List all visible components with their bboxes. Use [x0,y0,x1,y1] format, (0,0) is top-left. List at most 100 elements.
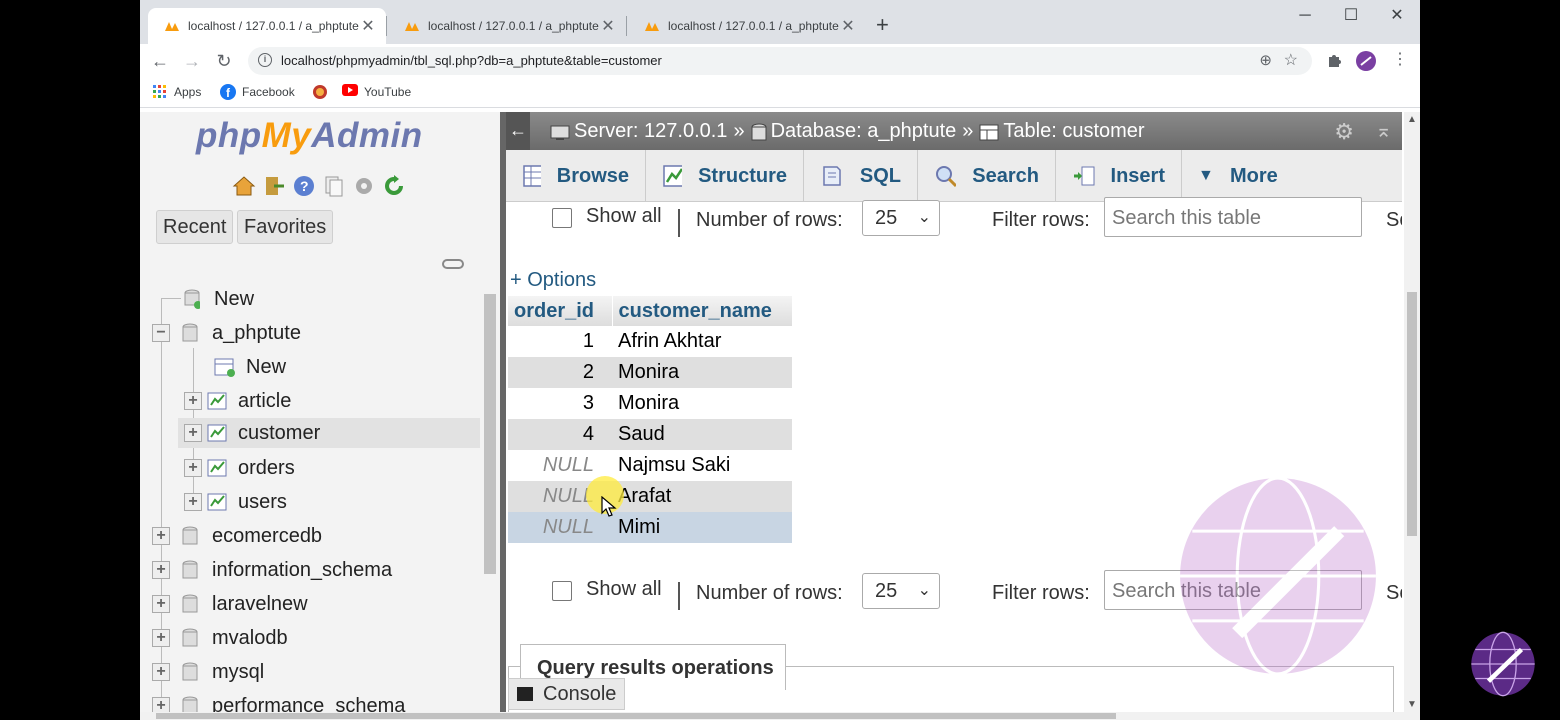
nav-scrollbar[interactable] [484,282,496,702]
bookmark-star-icon[interactable]: ☆ [1284,50,1298,70]
phpmyadmin-logo[interactable]: phpMyAdmin [196,116,423,156]
cell-customer-name[interactable]: Arafat [612,481,792,512]
favorites-tab[interactable]: Favorites [237,210,334,244]
table-row[interactable]: 1 Afrin Akhtar [508,326,792,357]
table-row[interactable]: NULL Mimi [508,512,792,543]
bookmark-youtube[interactable]: YouTube [342,84,411,100]
tree-item-laravelnew[interactable]: + laravelnew [152,589,308,619]
address-bar[interactable]: i localhost/phpmyadmin/tbl_sql.php?db=a_… [248,47,1312,75]
options-link[interactable]: + Options [510,269,596,292]
tree-item-new-database[interactable]: New [184,284,254,314]
tree-item-a-phptute[interactable]: − a_phptute [152,318,301,348]
horizontal-scroll-thumb[interactable] [156,713,1116,719]
tab-close-icon[interactable]: ✕ [600,16,616,36]
link-with-main-panel-icon[interactable] [442,259,464,269]
page-settings-gear-icon[interactable]: ⚙ [1334,119,1354,145]
cell-order-id[interactable]: 3 [508,388,612,419]
expand-plus-icon[interactable]: + [184,493,202,511]
expand-plus-icon[interactable]: + [152,629,170,647]
minimize-button[interactable]: ─ [1282,4,1328,28]
filter-rows-input[interactable]: Search this table [1104,197,1362,237]
tab-insert[interactable]: Insert [1056,150,1182,202]
cell-customer-name[interactable]: Monira [612,357,792,388]
browser-tab-2[interactable]: localhost / 127.0.0.1 / a_phptute ✕ [388,8,626,44]
tree-item-information-schema[interactable]: + information_schema [152,555,392,585]
table-row[interactable]: NULL Najmsu Saki [508,450,792,481]
tree-item-table-users[interactable]: + users [184,487,287,517]
scroll-up-arrow-icon[interactable]: ▲ [1407,114,1417,125]
bookmark-shield[interactable] [312,84,334,100]
main-vertical-scrollbar[interactable]: ▲ ▼ [1404,112,1420,712]
breadcrumb-table[interactable]: Table: customer [1003,120,1144,143]
new-tab-button[interactable]: + [876,12,889,38]
main-scroll-thumb[interactable] [1407,292,1417,536]
help-icon[interactable]: ? [292,174,316,198]
tab-search[interactable]: Search [918,150,1056,202]
browser-tab-3[interactable]: localhost / 127.0.0.1 / a_phptute ✕ [628,8,866,44]
breadcrumb-server[interactable]: Server: 127.0.0.1 [574,120,727,143]
cell-customer-name[interactable]: Monira [612,388,792,419]
zoom-icon[interactable]: ⊕ [1259,51,1272,69]
breadcrumb-database[interactable]: Database: a_phptute [771,120,957,143]
browser-menu-icon[interactable]: ⋮ [1390,51,1410,71]
close-window-button[interactable]: ✕ [1374,4,1420,28]
collapse-nav-arrow-icon[interactable]: ← [506,112,530,150]
tab-structure[interactable]: Structure [646,150,804,202]
tree-item-table-customer[interactable]: + customer [178,418,480,448]
table-row[interactable]: 3 Monira [508,388,792,419]
tab-close-icon[interactable]: ✕ [360,16,376,36]
logout-icon[interactable] [262,174,286,198]
url-text[interactable]: localhost/phpmyadmin/tbl_sql.php?db=a_ph… [281,53,662,68]
tree-item-table-orders[interactable]: + orders [184,453,295,483]
recent-tab[interactable]: Recent [156,210,234,244]
expand-plus-icon[interactable]: + [184,392,202,410]
cell-order-id[interactable]: NULL [508,450,612,481]
site-info-icon[interactable]: i [258,53,272,67]
scroll-down-arrow-icon[interactable]: ▼ [1407,699,1417,710]
reload-icon[interactable]: ↻ [212,50,236,74]
tree-item-new-table[interactable]: New [214,352,286,382]
show-all-label[interactable]: Show all [586,578,662,601]
cell-order-id[interactable]: 4 [508,419,612,450]
profile-avatar[interactable] [1356,51,1376,71]
table-row[interactable]: 4 Saud [508,419,792,450]
bookmark-facebook[interactable]: f Facebook [220,84,295,100]
nav-scroll-thumb[interactable] [484,294,496,574]
expand-plus-icon[interactable]: + [184,459,202,477]
tree-item-mvalodb[interactable]: + mvalodb [152,623,288,653]
rows-per-page-select[interactable]: 25 ⌄ [862,573,940,609]
extensions-puzzle-icon[interactable] [1324,51,1344,71]
home-icon[interactable] [232,174,256,198]
rows-per-page-select[interactable]: 25 ⌄ [862,200,940,236]
cell-order-id[interactable]: 1 [508,326,612,357]
column-header-customer-name[interactable]: customer_name [612,296,793,326]
docs-icon[interactable] [322,174,346,198]
tree-item-mysql[interactable]: + mysql [152,657,264,687]
show-all-checkbox[interactable] [552,208,572,228]
browser-tab-1[interactable]: localhost / 127.0.0.1 / a_phptute ✕ [148,8,386,44]
console-toggle[interactable]: Console [508,678,626,710]
show-all-checkbox[interactable] [552,581,572,601]
expand-plus-icon[interactable]: + [152,595,170,613]
expand-plus-icon[interactable]: + [152,527,170,545]
reload-nav-icon[interactable] [382,174,406,198]
settings-gear-icon[interactable] [352,174,376,198]
column-header-order-id[interactable]: order_id [508,296,613,326]
cell-order-id[interactable]: 2 [508,357,612,388]
tab-sql[interactable]: SQL [804,150,918,202]
tree-item-table-article[interactable]: + article [184,386,291,416]
expand-plus-icon[interactable]: + [152,663,170,681]
tab-close-icon[interactable]: ✕ [840,16,856,36]
collapse-minus-icon[interactable]: − [152,324,170,342]
expand-plus-icon[interactable]: + [184,424,202,442]
cell-customer-name[interactable]: Mimi [612,512,792,543]
tree-item-ecomercedb[interactable]: + ecomercedb [152,521,322,551]
expand-plus-icon[interactable]: + [152,561,170,579]
maximize-button[interactable]: ☐ [1328,4,1374,28]
forward-icon[interactable]: → [180,50,204,74]
table-row[interactable]: 2 Monira [508,357,792,388]
cell-customer-name[interactable]: Afrin Akhtar [612,326,792,357]
tab-more[interactable]: ▼ More [1182,150,1294,202]
cell-customer-name[interactable]: Saud [612,419,792,450]
bookmark-apps[interactable]: Apps [152,84,201,100]
